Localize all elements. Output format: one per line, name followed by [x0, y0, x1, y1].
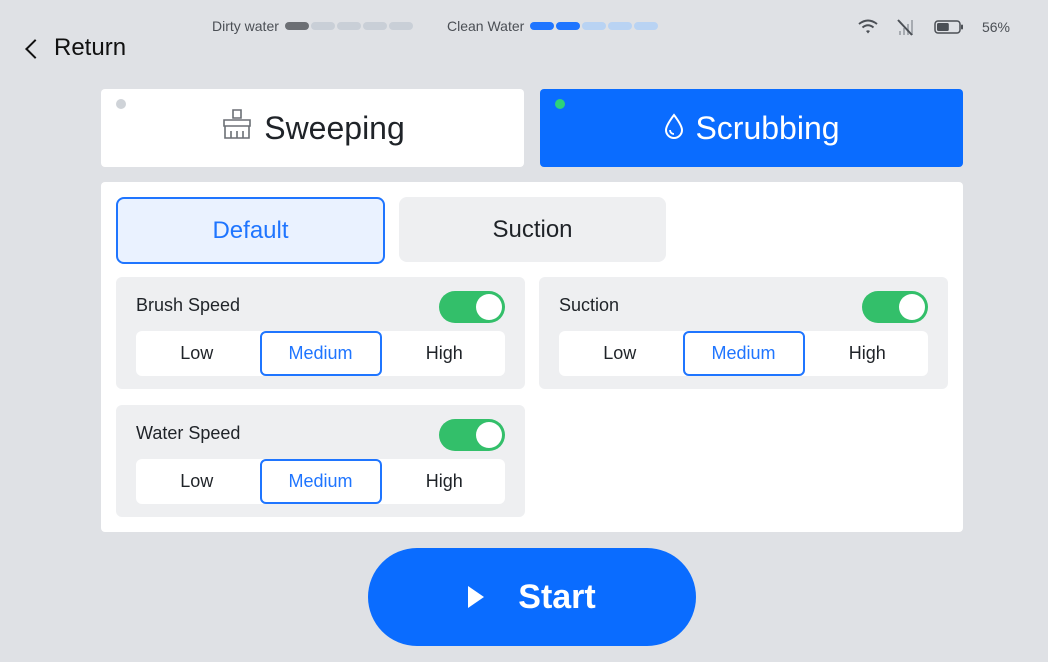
toggle-knob: [476, 422, 502, 448]
clean-water-bars: [530, 22, 659, 30]
water-speed-title: Water Speed: [136, 423, 241, 443]
clean-water-segment: [582, 22, 607, 30]
suction-card: Suction Low Medium High: [539, 277, 948, 389]
broom-icon: [220, 108, 254, 148]
water-speed-high[interactable]: High: [384, 461, 506, 502]
water-speed-medium[interactable]: Medium: [259, 459, 382, 504]
dirty-water-segment: [284, 22, 309, 30]
brush-speed-selector: Low Medium High: [136, 331, 505, 376]
mode-indicator-dot: [555, 99, 565, 109]
clean-water-segment: [530, 22, 555, 30]
clean-water-segment: [608, 22, 633, 30]
brush-speed-low[interactable]: Low: [136, 333, 258, 374]
no-signal-icon: [896, 18, 916, 36]
suction-medium[interactable]: Medium: [682, 331, 805, 376]
chevron-left-icon: [25, 38, 45, 59]
dirty-water-segment: [388, 22, 413, 30]
dirty-water-segment: [336, 22, 361, 30]
mode-indicator-dot: [116, 99, 126, 109]
toggle-knob: [899, 294, 925, 320]
water-speed-toggle[interactable]: [439, 419, 505, 451]
brush-speed-toggle[interactable]: [439, 291, 505, 323]
dirty-water-indicator: Dirty water: [212, 18, 413, 34]
brush-speed-medium[interactable]: Medium: [259, 331, 382, 376]
clean-water-segment: [634, 22, 659, 30]
water-drop-icon: [663, 110, 685, 147]
scrubbing-mode-button[interactable]: Scrubbing: [540, 89, 963, 167]
play-icon: [468, 586, 485, 608]
dirty-water-segment: [310, 22, 335, 30]
battery-icon: [934, 20, 964, 34]
toggle-knob: [476, 294, 502, 320]
dirty-water-bars: [284, 22, 413, 30]
brush-speed-high[interactable]: High: [384, 333, 506, 374]
battery-percentage: 56%: [981, 19, 1010, 35]
tab-suction[interactable]: Suction: [399, 197, 666, 262]
return-button[interactable]: Return: [25, 34, 127, 62]
water-speed-low[interactable]: Low: [136, 461, 258, 502]
suction-high[interactable]: High: [807, 333, 929, 374]
suction-selector: Low Medium High: [559, 331, 928, 376]
tab-default-label: Default: [212, 216, 289, 244]
clean-water-segment: [556, 22, 581, 30]
water-speed-selector: Low Medium High: [136, 459, 505, 504]
sweeping-mode-button[interactable]: Sweeping: [101, 89, 524, 167]
dirty-water-label: Dirty water: [212, 18, 279, 34]
clean-water-indicator: Clean Water: [447, 18, 659, 34]
dirty-water-segment: [362, 22, 387, 30]
suction-title: Suction: [559, 295, 620, 315]
start-button[interactable]: Start: [368, 548, 696, 646]
start-label: Start: [518, 577, 596, 616]
suction-toggle[interactable]: [862, 291, 928, 323]
water-speed-card: Water Speed Low Medium High: [116, 405, 525, 517]
sweeping-label: Sweeping: [264, 109, 405, 146]
clean-water-label: Clean Water: [447, 18, 525, 34]
brush-speed-card: Brush Speed Low Medium High: [116, 277, 525, 389]
return-label: Return: [54, 34, 127, 61]
wifi-icon: [858, 19, 878, 35]
suction-low[interactable]: Low: [559, 333, 681, 374]
status-bar: 56%: [858, 18, 1010, 36]
tab-suction-label: Suction: [492, 215, 573, 243]
tab-default[interactable]: Default: [116, 197, 385, 264]
brush-speed-title: Brush Speed: [136, 295, 241, 315]
scrubbing-label: Scrubbing: [695, 109, 840, 146]
